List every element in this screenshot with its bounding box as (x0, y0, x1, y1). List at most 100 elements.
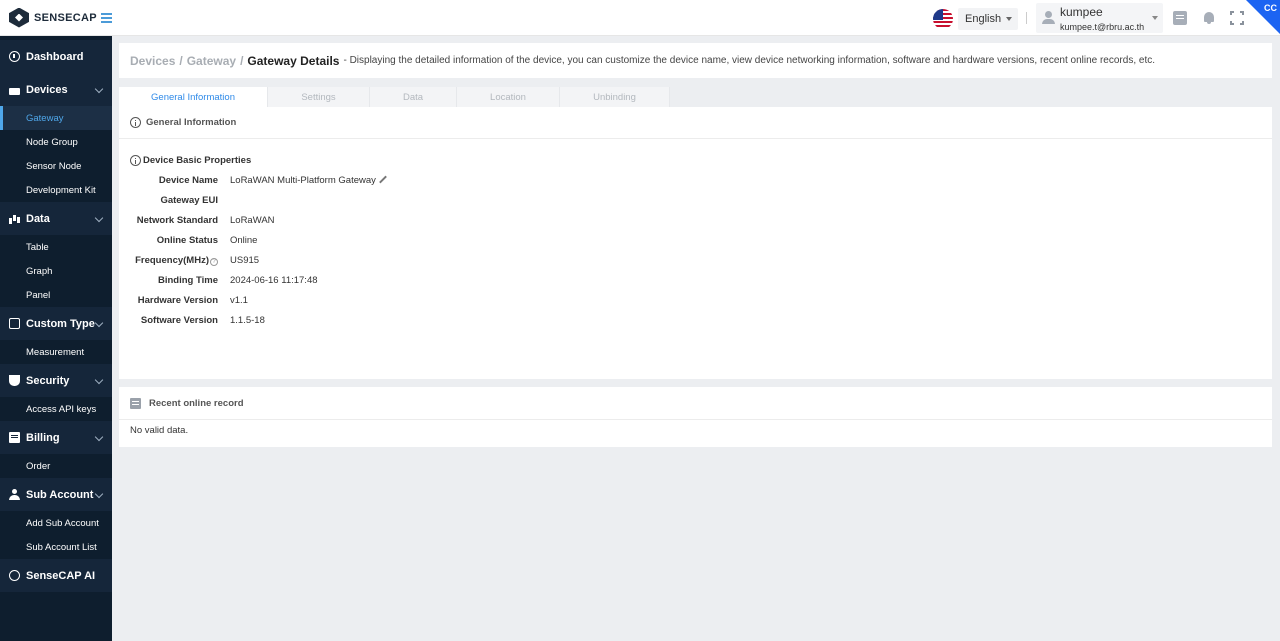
property-row: Online Status Online (130, 230, 1261, 250)
device-basic-properties: Device Basic Properties Device Name LoRa… (119, 139, 1272, 379)
sidebar-group-devices[interactable]: Devices (0, 73, 112, 106)
device-name-value: LoRaWAN Multi-Platform Gateway (230, 174, 376, 186)
property-value: LoRaWAN Multi-Platform Gateway (230, 175, 387, 186)
chat-icon (9, 570, 20, 581)
property-label: Gateway EUI (160, 194, 218, 206)
tab-data[interactable]: Data (370, 87, 457, 107)
tab-bar: General Information Settings Data Locati… (119, 87, 1272, 107)
sidebar: Dashboard Devices Gateway Node Group Sen… (0, 36, 112, 641)
user-menu[interactable]: kumpee kumpee.t@rbru.ac.th (1036, 3, 1163, 33)
sidebar-group-label: Custom Type (26, 317, 95, 330)
chevron-down-icon (94, 84, 104, 94)
sidebar-item-measurement[interactable]: Measurement (0, 340, 112, 364)
breadcrumb-gateway[interactable]: Gateway (187, 54, 236, 68)
tab-settings[interactable]: Settings (268, 87, 370, 107)
sidebar-item-order[interactable]: Order (0, 454, 112, 478)
property-row: Frequency(MHz)? US915 (130, 250, 1261, 270)
chevron-down-icon (94, 432, 104, 442)
tab-location[interactable]: Location (457, 87, 560, 107)
devices-icon (9, 87, 20, 95)
language-label: English (965, 13, 1002, 25)
fullscreen-icon[interactable] (1230, 11, 1244, 25)
menu-toggle-icon[interactable] (101, 13, 112, 23)
chevron-down-icon (1152, 16, 1158, 20)
frequency-label: Frequency(MHz) (135, 254, 209, 266)
sidebar-item-sensor-node[interactable]: Sensor Node (0, 154, 112, 178)
property-row: Binding Time 2024-06-16 11:17:48 (130, 270, 1261, 290)
chevron-down-icon (94, 489, 104, 499)
sidebar-item-graph[interactable]: Graph (0, 259, 112, 283)
breadcrumb-separator: / (240, 53, 244, 68)
property-label: Frequency(MHz)? (130, 255, 230, 266)
page-description: - Displaying the detailed information of… (343, 55, 1155, 66)
property-row: Gateway EUI (130, 190, 1261, 210)
question-icon[interactable]: ? (210, 257, 218, 266)
header-divider (1026, 12, 1027, 24)
sidebar-group-label: Sub Account (26, 488, 94, 501)
list-icon (130, 397, 141, 409)
billing-icon (9, 432, 20, 443)
property-label: Binding Time (158, 274, 218, 286)
data-icon (9, 213, 20, 224)
section-title: General Information (146, 117, 237, 128)
corner-badge[interactable]: CC (1246, 0, 1280, 34)
tab-unbinding[interactable]: Unbinding (560, 87, 670, 107)
property-label: Device Name (158, 174, 218, 186)
sensecap-logo[interactable]: SENSECAP (0, 0, 112, 36)
user-name: kumpee (1060, 5, 1103, 19)
sidebar-item-gateway[interactable]: Gateway (0, 106, 112, 130)
corner-badge-label: CC (1264, 3, 1277, 13)
sidebar-group-security[interactable]: Security (0, 364, 112, 397)
language-switcher[interactable]: English (933, 8, 1018, 30)
property-value: v1.1 (230, 294, 248, 306)
property-label: Network Standard (136, 214, 218, 226)
chevron-down-icon (94, 318, 104, 328)
shield-icon (9, 375, 20, 386)
chevron-down-icon (94, 213, 104, 223)
user-email: kumpee.t@rbru.ac.th (1060, 22, 1145, 32)
property-label: Online Status (156, 234, 218, 246)
properties-title: Device Basic Properties (130, 155, 1261, 166)
sidebar-item-sub-account-list[interactable]: Sub Account List (0, 535, 112, 559)
sidebar-item-panel[interactable]: Panel (0, 283, 112, 307)
user-avatar-icon (1042, 11, 1055, 24)
user-icon (9, 489, 20, 500)
language-select[interactable]: English (958, 8, 1018, 30)
property-row: Device Name LoRaWAN Multi-Platform Gatew… (130, 170, 1261, 190)
tab-general-information[interactable]: General Information (119, 87, 268, 107)
sidebar-group-sub-account[interactable]: Sub Account (0, 478, 112, 511)
sidebar-item-add-sub-account[interactable]: Add Sub Account (0, 511, 112, 535)
us-flag-icon (933, 9, 953, 29)
sidebar-group-label: SenseCAP AI (26, 569, 96, 582)
info-icon (130, 155, 141, 166)
logo-icon (9, 7, 29, 28)
recent-online-record-header: Recent online record (119, 387, 1272, 420)
sidebar-item-development-kit[interactable]: Development Kit (0, 178, 112, 202)
top-header: SENSECAP English kumpee kumpee.t@rbru.ac… (0, 0, 1280, 36)
property-row: Network Standard LoRaWAN (130, 210, 1261, 230)
sidebar-group-billing[interactable]: Billing (0, 421, 112, 454)
property-row: Hardware Version v1.1 (130, 290, 1261, 310)
property-value: 2024-06-16 11:17:48 (230, 274, 318, 286)
sidebar-group-label: Data (26, 212, 50, 225)
property-row: Software Version 1.1.5-18 (130, 310, 1261, 330)
page-scrollbar[interactable] (1272, 36, 1280, 641)
general-information-card: General Information Device Basic Propert… (119, 107, 1272, 379)
bell-icon[interactable] (1202, 11, 1216, 25)
sidebar-item-node-group[interactable]: Node Group (0, 130, 112, 154)
property-label: Hardware Version (137, 294, 218, 306)
sidebar-group-sensecap-ai[interactable]: SenseCAP AI (0, 559, 112, 592)
sidebar-item-access-api-keys[interactable]: Access API keys (0, 397, 112, 421)
pencil-icon[interactable] (379, 176, 387, 184)
recent-online-record-card: Recent online record No valid data. (119, 387, 1272, 447)
breadcrumb-separator: / (179, 53, 183, 68)
sidebar-group-data[interactable]: Data (0, 202, 112, 235)
sidebar-item-table[interactable]: Table (0, 235, 112, 259)
record-title: Recent online record (149, 397, 244, 409)
sidebar-group-custom-type[interactable]: Custom Type (0, 307, 112, 340)
breadcrumb-devices[interactable]: Devices (130, 54, 175, 68)
document-icon[interactable] (1173, 11, 1187, 25)
main-content: Devices / Gateway / Gateway Details - Di… (119, 43, 1272, 447)
chevron-down-icon (94, 375, 104, 385)
sidebar-group-dashboard[interactable]: Dashboard (0, 40, 112, 73)
